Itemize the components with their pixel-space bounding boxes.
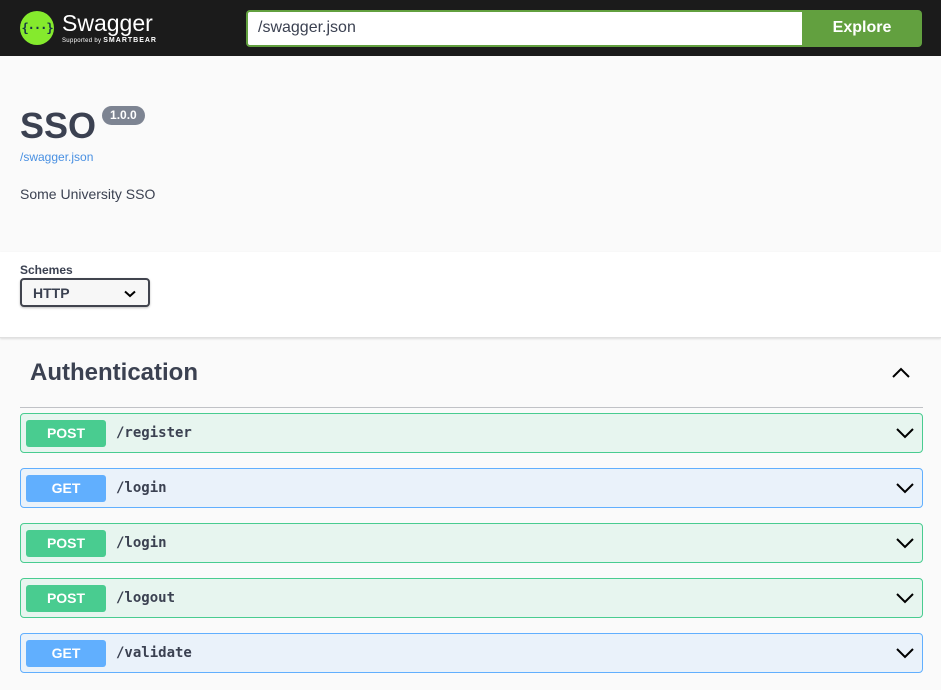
schemes-section: Schemes HTTP: [0, 252, 941, 338]
operations-list: POST /register GET /login POST /login PO…: [20, 408, 923, 673]
api-description: Some University SSO: [20, 186, 156, 202]
method-badge: POST: [26, 584, 106, 612]
spec-url-input[interactable]: [246, 9, 802, 47]
logo-text: Swagger Supported by SMARTBEAR: [62, 11, 157, 45]
spec-link[interactable]: /swagger.json: [20, 150, 921, 164]
chevron-down-icon[interactable]: [893, 476, 917, 500]
logo-sub-prefix: Supported by: [62, 38, 102, 44]
chevron-up-icon[interactable]: [889, 361, 913, 385]
operation-path: /validate: [116, 645, 192, 661]
chevron-down-icon: [124, 285, 136, 301]
explore-button[interactable]: Explore: [802, 9, 922, 47]
operation-path: /logout: [116, 590, 176, 606]
logo-sub-brand: SMARTBEAR: [103, 37, 157, 44]
operation-path: /login: [116, 480, 167, 496]
chevron-down-icon[interactable]: [893, 531, 917, 555]
chevron-down-icon[interactable]: [893, 421, 917, 445]
page-title: SSO: [20, 105, 97, 146]
chevron-down-icon[interactable]: [893, 586, 917, 610]
method-badge: GET: [26, 639, 106, 667]
logo-title: Swagger: [62, 10, 153, 36]
schemes-select[interactable]: HTTP: [20, 278, 150, 307]
method-badge: POST: [26, 529, 106, 557]
operation-post-login[interactable]: POST /login: [20, 523, 923, 563]
title-row: SSO 1.0.0: [20, 106, 921, 146]
tag-section-authentication: Authentication POST /register GET /login…: [0, 338, 941, 673]
chevron-down-icon[interactable]: [893, 641, 917, 665]
tag-header[interactable]: Authentication: [20, 338, 923, 408]
swagger-logo-icon: {···}: [20, 11, 54, 45]
operation-path: /login: [116, 535, 167, 551]
method-badge: POST: [26, 419, 106, 447]
explore-form: Explore: [246, 9, 922, 47]
operation-post-register[interactable]: POST /register: [20, 413, 923, 453]
operation-get-login[interactable]: GET /login: [20, 468, 923, 508]
operation-get-validate[interactable]: GET /validate: [20, 633, 923, 673]
schemes-selected-value: HTTP: [33, 284, 70, 301]
topbar: {···} Swagger Supported by SMARTBEAR Exp…: [0, 0, 941, 56]
logo-subtitle: Supported by SMARTBEAR: [62, 37, 157, 45]
operation-post-logout[interactable]: POST /logout: [20, 578, 923, 618]
tag-title: Authentication: [30, 358, 198, 386]
schemes-label: Schemes: [20, 263, 73, 277]
swagger-logo[interactable]: {···} Swagger Supported by SMARTBEAR: [20, 11, 246, 45]
method-badge: GET: [26, 474, 106, 502]
api-info: SSO 1.0.0 /swagger.json Some University …: [0, 56, 941, 252]
version-badge: 1.0.0: [102, 106, 145, 125]
operation-path: /register: [116, 425, 192, 441]
